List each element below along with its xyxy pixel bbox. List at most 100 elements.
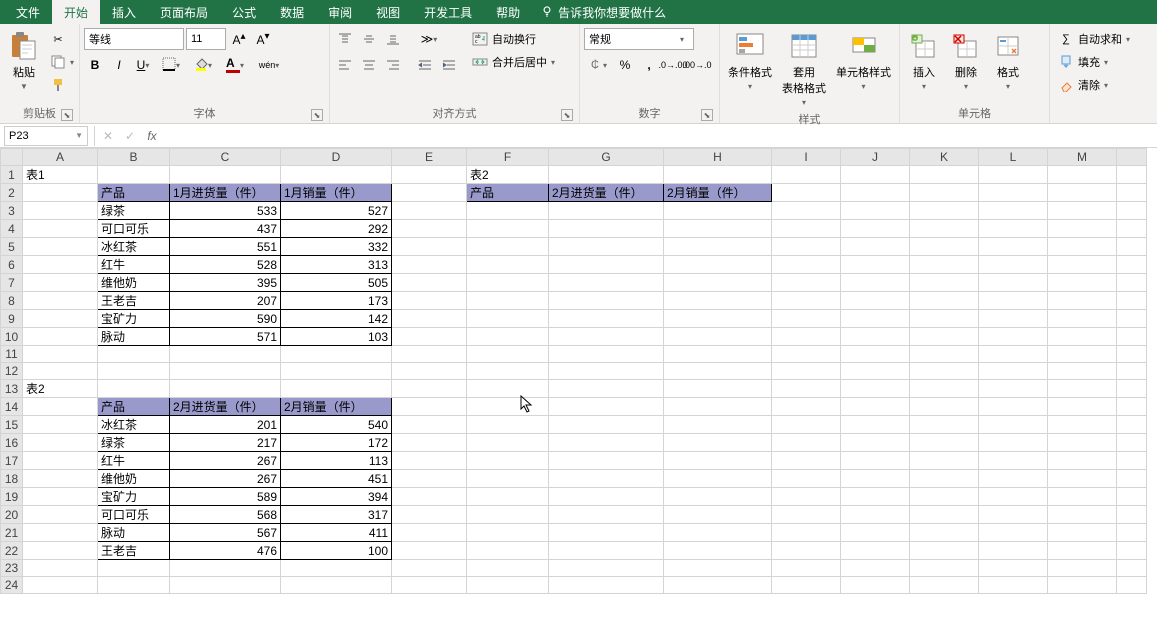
cell-J18[interactable]	[841, 470, 910, 488]
cell-K17[interactable]	[910, 452, 979, 470]
cell-C9[interactable]: 590	[170, 310, 281, 328]
cell-X5[interactable]	[1117, 238, 1147, 256]
cell-M7[interactable]	[1048, 274, 1117, 292]
cell-K9[interactable]	[910, 310, 979, 328]
cell-E18[interactable]	[392, 470, 467, 488]
cell-J16[interactable]	[841, 434, 910, 452]
cell-K21[interactable]	[910, 524, 979, 542]
font-name-select[interactable]	[84, 28, 184, 50]
cell-K7[interactable]	[910, 274, 979, 292]
italic-button[interactable]: I	[108, 54, 130, 76]
cell-D7[interactable]: 505	[281, 274, 392, 292]
cell-K20[interactable]	[910, 506, 979, 524]
col-header-C[interactable]: C	[170, 149, 281, 166]
cell-I13[interactable]	[772, 380, 841, 398]
cell-A17[interactable]	[23, 452, 98, 470]
cell-X9[interactable]	[1117, 310, 1147, 328]
row-header-22[interactable]: 22	[1, 542, 23, 560]
cell-L4[interactable]	[979, 220, 1048, 238]
cell-C21[interactable]: 567	[170, 524, 281, 542]
cell-H23[interactable]	[664, 560, 772, 577]
cell-X3[interactable]	[1117, 202, 1147, 220]
cell-M21[interactable]	[1048, 524, 1117, 542]
row-header-23[interactable]: 23	[1, 560, 23, 577]
row-header-12[interactable]: 12	[1, 363, 23, 380]
cell-A14[interactable]	[23, 398, 98, 416]
cell-L11[interactable]	[979, 346, 1048, 363]
cell-J13[interactable]	[841, 380, 910, 398]
cell-M20[interactable]	[1048, 506, 1117, 524]
cell-J7[interactable]	[841, 274, 910, 292]
cell-X24[interactable]	[1117, 577, 1147, 594]
comma-button[interactable]: ,	[638, 54, 660, 76]
cell-M3[interactable]	[1048, 202, 1117, 220]
cell-L1[interactable]	[979, 166, 1048, 184]
cell-K10[interactable]	[910, 328, 979, 346]
borders-button[interactable]: ▾	[156, 54, 186, 76]
cell-E24[interactable]	[392, 577, 467, 594]
cell-G6[interactable]	[549, 256, 664, 274]
col-header-end[interactable]	[1117, 149, 1147, 166]
cell-I6[interactable]	[772, 256, 841, 274]
cell-L17[interactable]	[979, 452, 1048, 470]
cell-B11[interactable]	[98, 346, 170, 363]
row-header-21[interactable]: 21	[1, 524, 23, 542]
row-header-11[interactable]: 11	[1, 346, 23, 363]
align-middle-button[interactable]	[358, 28, 380, 50]
cell-G12[interactable]	[549, 363, 664, 380]
autosum-button[interactable]: ∑自动求和 ▾	[1054, 28, 1134, 50]
cell-D13[interactable]	[281, 380, 392, 398]
cell-K19[interactable]	[910, 488, 979, 506]
tab-view[interactable]: 视图	[364, 0, 412, 24]
cell-X22[interactable]	[1117, 542, 1147, 560]
cell-M16[interactable]	[1048, 434, 1117, 452]
cell-M22[interactable]	[1048, 542, 1117, 560]
cell-L16[interactable]	[979, 434, 1048, 452]
cell-E23[interactable]	[392, 560, 467, 577]
accept-formula-button[interactable]: ✓	[119, 126, 141, 146]
cell-F5[interactable]	[467, 238, 549, 256]
row-header-16[interactable]: 16	[1, 434, 23, 452]
cell-X8[interactable]	[1117, 292, 1147, 310]
cell-K11[interactable]	[910, 346, 979, 363]
cell-M6[interactable]	[1048, 256, 1117, 274]
cell-A18[interactable]	[23, 470, 98, 488]
cell-F15[interactable]	[467, 416, 549, 434]
cell-M24[interactable]	[1048, 577, 1117, 594]
cell-H10[interactable]	[664, 328, 772, 346]
align-center-button[interactable]	[358, 54, 380, 76]
cell-C16[interactable]: 217	[170, 434, 281, 452]
fill-button[interactable]: 填充 ▾	[1054, 51, 1134, 73]
cell-M9[interactable]	[1048, 310, 1117, 328]
cell-B9[interactable]: 宝矿力	[98, 310, 170, 328]
cell-H12[interactable]	[664, 363, 772, 380]
col-header-J[interactable]: J	[841, 149, 910, 166]
cell-F21[interactable]	[467, 524, 549, 542]
col-header-D[interactable]: D	[281, 149, 392, 166]
cell-G1[interactable]	[549, 166, 664, 184]
cell-X1[interactable]	[1117, 166, 1147, 184]
cell-B18[interactable]: 维他奶	[98, 470, 170, 488]
cell-D4[interactable]: 292	[281, 220, 392, 238]
paste-button[interactable]: 粘贴▼	[4, 28, 44, 94]
col-header-A[interactable]: A	[23, 149, 98, 166]
cell-I8[interactable]	[772, 292, 841, 310]
tab-data[interactable]: 数据	[268, 0, 316, 24]
increase-font-button[interactable]: A▴	[228, 28, 250, 50]
cell-K4[interactable]	[910, 220, 979, 238]
cell-L10[interactable]	[979, 328, 1048, 346]
wrap-text-button[interactable]: abc自动换行	[468, 28, 559, 50]
cell-I19[interactable]	[772, 488, 841, 506]
format-cells-button[interactable]: 格式▾	[988, 28, 1028, 94]
tab-dev[interactable]: 开发工具	[412, 0, 484, 24]
cell-C4[interactable]: 437	[170, 220, 281, 238]
cell-B10[interactable]: 脉动	[98, 328, 170, 346]
cell-X14[interactable]	[1117, 398, 1147, 416]
cell-F6[interactable]	[467, 256, 549, 274]
cell-M11[interactable]	[1048, 346, 1117, 363]
cell-H13[interactable]	[664, 380, 772, 398]
cell-G23[interactable]	[549, 560, 664, 577]
cell-I2[interactable]	[772, 184, 841, 202]
cell-F14[interactable]	[467, 398, 549, 416]
cell-K13[interactable]	[910, 380, 979, 398]
